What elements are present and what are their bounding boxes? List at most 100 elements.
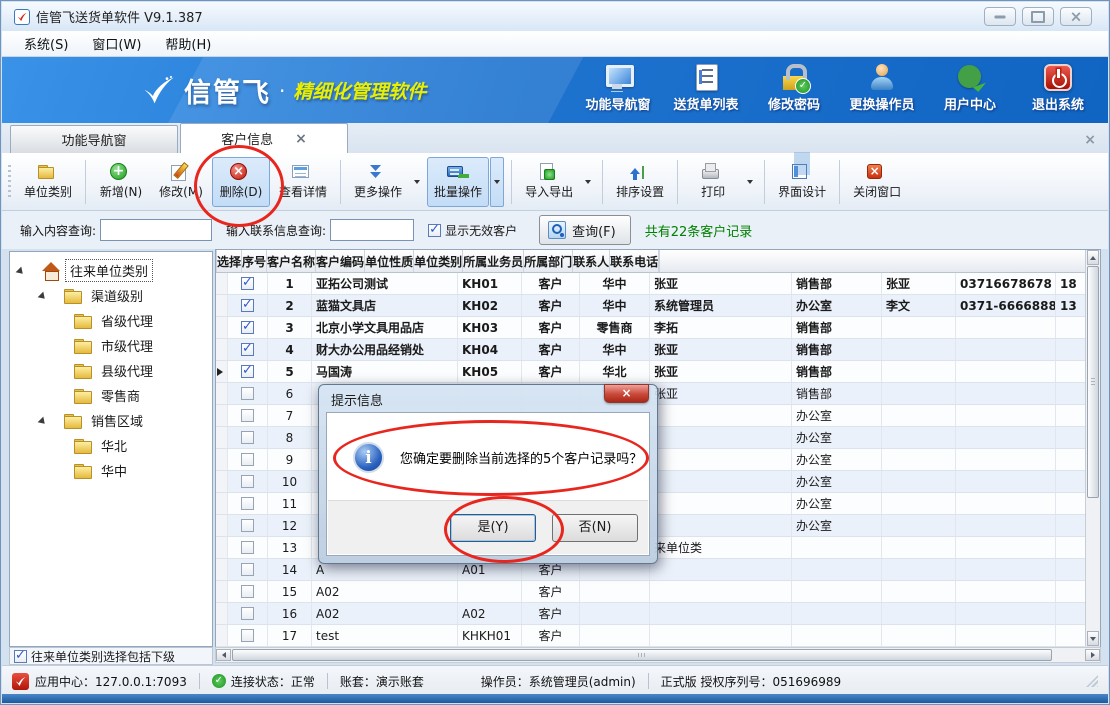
- table-row[interactable]: 4 财大办公用品经销处 KH04 客户 华中 张亚 销售部: [216, 339, 1100, 361]
- row-select-cell[interactable]: [228, 625, 268, 646]
- table-header-cell[interactable]: 联系电话: [610, 250, 659, 272]
- menu-item[interactable]: 系统(S): [12, 31, 80, 56]
- table-header-cell[interactable]: 联系人: [573, 250, 610, 272]
- table-row[interactable]: 17 test KHKH01 客户: [216, 625, 1100, 647]
- banner-action-button[interactable]: 修改密码: [750, 62, 838, 117]
- row-checkbox[interactable]: [241, 541, 254, 554]
- row-select-cell[interactable]: [228, 515, 268, 536]
- vertical-scrollbar[interactable]: [1085, 250, 1100, 646]
- table-header-cell[interactable]: 选择: [217, 250, 242, 272]
- row-checkbox[interactable]: [241, 475, 254, 488]
- toolbar-button[interactable]: 单位类别: [17, 157, 79, 207]
- row-checkbox[interactable]: [241, 453, 254, 466]
- scroll-left-icon[interactable]: [216, 649, 231, 661]
- tree-item[interactable]: 市级代理: [10, 333, 212, 358]
- row-select-cell[interactable]: [228, 405, 268, 426]
- row-select-cell[interactable]: [228, 339, 268, 360]
- yes-button[interactable]: 是(Y): [450, 514, 536, 542]
- tab[interactable]: 客户信息 ×: [180, 123, 348, 153]
- table-header-cell[interactable]: 所属部门: [524, 250, 573, 272]
- banner-action-button[interactable]: 更换操作员: [838, 62, 926, 117]
- table-header-cell[interactable]: [659, 250, 660, 272]
- row-checkbox[interactable]: [241, 277, 254, 290]
- toolbar-button[interactable]: 导入导出: [518, 157, 580, 207]
- tabstrip-close-icon[interactable]: ×: [1084, 133, 1096, 147]
- row-checkbox[interactable]: [241, 629, 254, 642]
- close-button[interactable]: [1060, 7, 1092, 26]
- vertical-scroll-thumb[interactable]: [1087, 266, 1099, 498]
- scroll-up-icon[interactable]: [1087, 250, 1099, 265]
- tree-item[interactable]: 销售区域: [10, 408, 212, 433]
- tree-item[interactable]: 往来单位类别: [10, 258, 212, 283]
- tree-item[interactable]: 省级代理: [10, 308, 212, 333]
- toolbar-dropdown-arrow[interactable]: [581, 157, 595, 207]
- table-header-cell[interactable]: 单位性质: [365, 250, 414, 272]
- include-sub-checkbox[interactable]: [14, 650, 27, 663]
- row-checkbox[interactable]: [241, 409, 254, 422]
- row-checkbox[interactable]: [241, 519, 254, 532]
- tree-expander-icon[interactable]: [38, 416, 51, 429]
- minimize-button[interactable]: [984, 7, 1016, 26]
- row-checkbox[interactable]: [241, 343, 254, 356]
- menu-item[interactable]: 窗口(W): [80, 31, 153, 56]
- menu-item[interactable]: 帮助(H): [153, 31, 223, 56]
- toolbar-button[interactable]: 更多操作: [347, 157, 409, 207]
- row-select-cell[interactable]: [228, 537, 268, 558]
- toolbar-button[interactable]: 修改(M): [152, 157, 210, 207]
- dialog-close-icon[interactable]: ×: [604, 384, 649, 403]
- query-button[interactable]: 查询(F): [539, 215, 631, 245]
- row-select-cell[interactable]: [228, 581, 268, 602]
- row-checkbox[interactable]: [241, 321, 254, 334]
- table-header-cell[interactable]: 客户编码: [316, 250, 365, 272]
- toolbar-button[interactable]: 界面设计: [771, 157, 833, 207]
- banner-action-button[interactable]: 退出系统: [1014, 62, 1102, 117]
- row-select-cell[interactable]: [228, 361, 268, 382]
- table-header-cell[interactable]: 所属业务员: [463, 250, 524, 272]
- horizontal-scroll-thumb[interactable]: [232, 649, 1052, 661]
- row-checkbox[interactable]: [241, 299, 254, 312]
- row-select-cell[interactable]: [228, 427, 268, 448]
- row-select-cell[interactable]: [228, 559, 268, 580]
- contact-query-input[interactable]: [330, 219, 414, 241]
- toolbar-button[interactable]: 删除(D): [212, 157, 270, 207]
- banner-action-button[interactable]: 送货单列表: [662, 62, 750, 117]
- tree-expander-icon[interactable]: [38, 291, 51, 304]
- row-checkbox[interactable]: [241, 431, 254, 444]
- table-row[interactable]: 3 北京小学文具用品店 KH03 客户 零售商 李拓 销售部: [216, 317, 1100, 339]
- toolbar-button[interactable]: 打印: [684, 157, 742, 207]
- tree-item[interactable]: 零售商: [10, 383, 212, 408]
- tree-item[interactable]: 县级代理: [10, 358, 212, 383]
- row-checkbox[interactable]: [241, 607, 254, 620]
- banner-action-button[interactable]: 用户中心: [926, 62, 1014, 117]
- row-checkbox[interactable]: [241, 497, 254, 510]
- no-button[interactable]: 否(N): [552, 514, 638, 542]
- horizontal-scrollbar[interactable]: [215, 647, 1101, 663]
- maximize-button[interactable]: [1022, 7, 1054, 26]
- row-select-cell[interactable]: [228, 449, 268, 470]
- toolbar-button[interactable]: 新增(N): [92, 157, 150, 207]
- row-select-cell[interactable]: [228, 471, 268, 492]
- row-checkbox[interactable]: [241, 387, 254, 400]
- banner-action-button[interactable]: 功能导航窗: [574, 62, 662, 117]
- table-header-cell[interactable]: 客户名称: [267, 250, 316, 272]
- table-header-cell[interactable]: 单位类别: [414, 250, 463, 272]
- table-row[interactable]: 15 A02 客户: [216, 581, 1100, 603]
- toolbar-dropdown-arrow[interactable]: [490, 157, 504, 207]
- table-row[interactable]: 5 马国涛 KH05 客户 华北 张亚 销售部: [216, 361, 1100, 383]
- table-row[interactable]: 1 亚拓公司测试 KH01 客户 华中 张亚 销售部 张亚 0371667867…: [216, 273, 1100, 295]
- toolbar-button[interactable]: 查看详情: [272, 157, 334, 207]
- tab-close-icon[interactable]: ×: [295, 132, 307, 146]
- table-row[interactable]: 2 蓝猫文具店 KH02 客户 华中 系统管理员 办公室 李文 0371-666…: [216, 295, 1100, 317]
- toolbar-dropdown-arrow[interactable]: [410, 157, 424, 207]
- toolbar-button[interactable]: 排序设置: [609, 157, 671, 207]
- row-select-cell[interactable]: [228, 603, 268, 624]
- row-select-cell[interactable]: [228, 295, 268, 316]
- resize-grip-icon[interactable]: [1086, 675, 1098, 687]
- tree-expander-icon[interactable]: [16, 266, 29, 279]
- content-query-input[interactable]: [100, 219, 212, 241]
- row-select-cell[interactable]: [228, 383, 268, 404]
- row-checkbox[interactable]: [241, 365, 254, 378]
- show-invalid-checkbox[interactable]: [428, 224, 441, 237]
- toolbar-dropdown-arrow[interactable]: [743, 157, 757, 207]
- tree-item[interactable]: 华北: [10, 433, 212, 458]
